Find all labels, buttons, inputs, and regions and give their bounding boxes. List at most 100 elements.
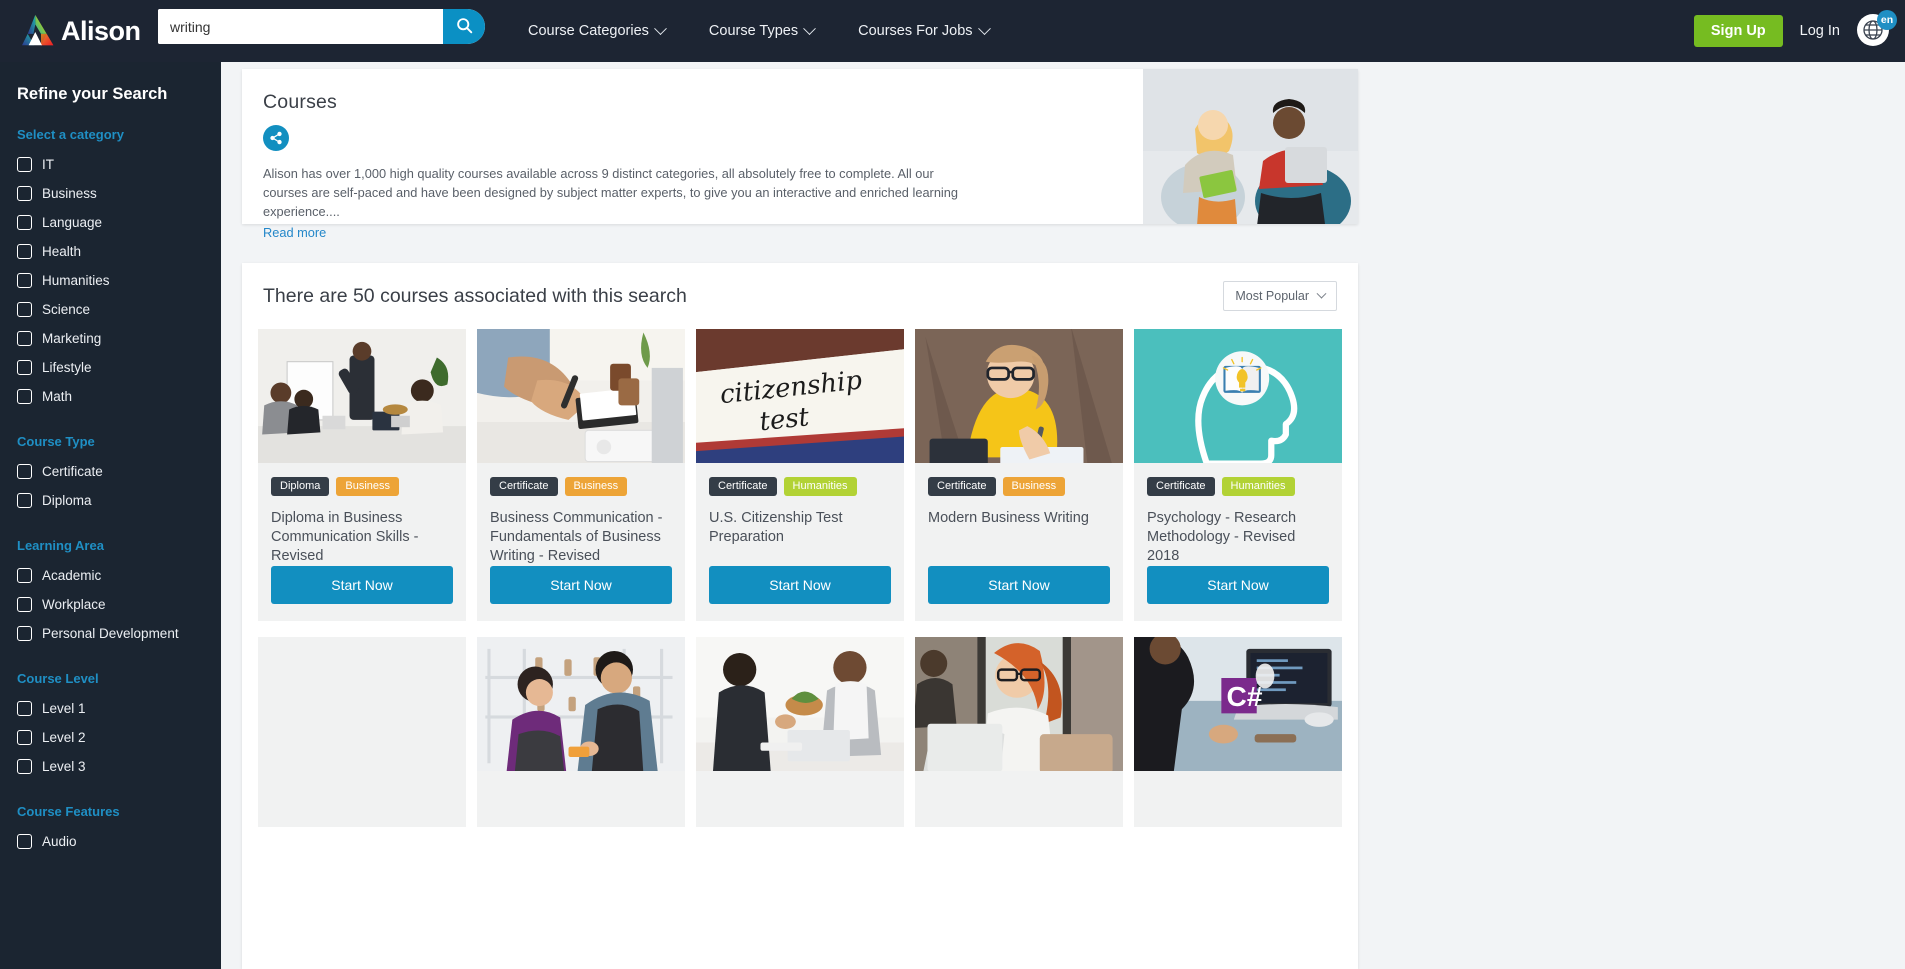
filter-level-3[interactable]: Level 3 (17, 752, 221, 781)
filter-marketing[interactable]: Marketing (17, 324, 221, 353)
read-more-link[interactable]: Read more (263, 225, 326, 240)
filter-math[interactable]: Math (17, 382, 221, 411)
log-in-link[interactable]: Log In (1800, 23, 1840, 39)
results-header: There are 50 courses associated with thi… (258, 263, 1342, 329)
checkbox-icon[interactable] (17, 157, 32, 172)
checkbox-icon[interactable] (17, 360, 32, 375)
course-card[interactable] (915, 637, 1123, 827)
course-category-tag: Humanities (1221, 477, 1295, 496)
filter-lifestyle[interactable]: Lifestyle (17, 353, 221, 382)
start-now-button[interactable]: Start Now (271, 566, 453, 604)
course-card-tags: Certificate Business (928, 477, 1110, 496)
checkbox-icon[interactable] (17, 389, 32, 404)
course-card[interactable] (258, 637, 466, 827)
checkbox-icon[interactable] (17, 493, 32, 508)
course-card[interactable] (696, 637, 904, 827)
start-now-button[interactable]: Start Now (1147, 566, 1329, 604)
sidebar-title: Refine your Search (17, 85, 168, 103)
course-card-title: Modern Business Writing (928, 510, 1089, 526)
sort-dropdown-value: Most Popular (1235, 289, 1309, 303)
checkbox-icon[interactable] (17, 215, 32, 230)
filter-personal-development[interactable]: Personal Development (17, 619, 221, 648)
results-heading: There are 50 courses associated with thi… (263, 284, 687, 307)
filter-diploma[interactable]: Diploma (17, 486, 221, 515)
course-card-body: Diploma Business Diploma in Business Com… (258, 463, 466, 621)
course-card-cta: Start Now (1147, 566, 1329, 621)
filter-diploma-label: Diploma (42, 493, 92, 508)
filter-level-2-label: Level 2 (42, 730, 86, 745)
checkbox-icon[interactable] (17, 834, 32, 849)
filter-level-2[interactable]: Level 2 (17, 723, 221, 752)
checkbox-icon[interactable] (17, 331, 32, 346)
filter-science[interactable]: Science (17, 295, 221, 324)
course-card[interactable]: citizenship test Certificate Humanities … (696, 329, 904, 621)
course-card-tags: Certificate Humanities (1147, 477, 1329, 496)
checkbox-icon[interactable] (17, 597, 32, 612)
course-card[interactable]: Certificate Business Business Communicat… (477, 329, 685, 621)
filter-level-3-label: Level 3 (42, 759, 86, 774)
filter-audio[interactable]: Audio (17, 827, 221, 856)
course-card[interactable]: Certificate Business Modern Business Wri… (915, 329, 1123, 621)
filter-certificate[interactable]: Certificate (17, 457, 221, 486)
filter-math-label: Math (42, 389, 73, 404)
course-card[interactable] (477, 637, 685, 827)
share-icon[interactable] (263, 125, 289, 151)
course-category-tag: Business (1002, 477, 1066, 496)
course-card-body: Certificate Business Modern Business Wri… (915, 463, 1123, 621)
filter-language[interactable]: Language (17, 208, 221, 237)
filter-it[interactable]: IT (17, 150, 221, 179)
refine-search-sidebar: Refine your Search Select a category IT … (0, 62, 221, 969)
course-card-cta: Start Now (490, 566, 672, 621)
checkbox-icon[interactable] (17, 759, 32, 774)
nav-course-types[interactable]: Course Types (709, 21, 816, 39)
course-card[interactable]: C# (1134, 637, 1342, 827)
checkbox-icon[interactable] (17, 244, 32, 259)
start-now-button[interactable]: Start Now (709, 566, 891, 604)
start-now-button[interactable]: Start Now (928, 566, 1110, 604)
filter-level-1[interactable]: Level 1 (17, 694, 221, 723)
filter-academic[interactable]: Academic (17, 561, 221, 590)
sidebar-group-course-features: Course Features (17, 804, 120, 819)
start-now-button[interactable]: Start Now (490, 566, 672, 604)
course-card-title: Psychology - Research Methodology - Revi… (1147, 510, 1297, 564)
checkbox-icon[interactable] (17, 302, 32, 317)
checkbox-icon[interactable] (17, 701, 32, 716)
sort-dropdown[interactable]: Most Popular (1223, 281, 1337, 311)
nav-course-categories[interactable]: Course Categories (528, 21, 667, 39)
course-card-image (477, 637, 685, 771)
search-form[interactable] (158, 9, 485, 44)
checkbox-icon[interactable] (17, 568, 32, 583)
checkbox-icon[interactable] (17, 186, 32, 201)
checkbox-icon[interactable] (17, 730, 32, 745)
filter-workplace[interactable]: Workplace (17, 590, 221, 619)
courses-banner: Courses Alison has over 1,000 high quali… (242, 69, 1358, 240)
course-type-tag: Certificate (928, 477, 996, 496)
filter-business[interactable]: Business (17, 179, 221, 208)
main-content: Courses Alison has over 1,000 high quali… (221, 62, 1905, 969)
search-submit-button[interactable] (443, 9, 485, 44)
course-card-image (915, 329, 1123, 463)
course-card[interactable]: Certificate Humanities Psychology - Rese… (1134, 329, 1342, 621)
checkbox-icon[interactable] (17, 464, 32, 479)
banner-photo (1143, 69, 1358, 224)
search-input[interactable] (158, 9, 443, 44)
header-actions: Sign Up Log In en (1693, 0, 1897, 62)
filter-health[interactable]: Health (17, 237, 221, 266)
main-navigation: Course Categories Course Types Courses F… (528, 0, 991, 62)
checkbox-icon[interactable] (17, 273, 32, 288)
nav-courses-for-jobs[interactable]: Courses For Jobs (858, 21, 991, 39)
course-category-tag: Business (336, 477, 399, 496)
course-card[interactable]: Diploma Business Diploma in Business Com… (258, 329, 466, 621)
language-selector[interactable]: en (1857, 10, 1897, 48)
filter-health-label: Health (42, 244, 82, 259)
course-type-tag: Certificate (490, 477, 558, 496)
course-type-tag: Certificate (709, 477, 777, 496)
checkbox-icon[interactable] (17, 626, 32, 641)
sidebar-group-course-level: Course Level (17, 671, 99, 686)
sign-up-button[interactable]: Sign Up (1693, 15, 1783, 47)
filter-lifestyle-label: Lifestyle (42, 360, 92, 375)
course-card-cta: Start Now (928, 566, 1110, 621)
course-card-image (1134, 329, 1342, 463)
alison-logo[interactable]: Alison (22, 11, 172, 51)
filter-humanities[interactable]: Humanities (17, 266, 221, 295)
